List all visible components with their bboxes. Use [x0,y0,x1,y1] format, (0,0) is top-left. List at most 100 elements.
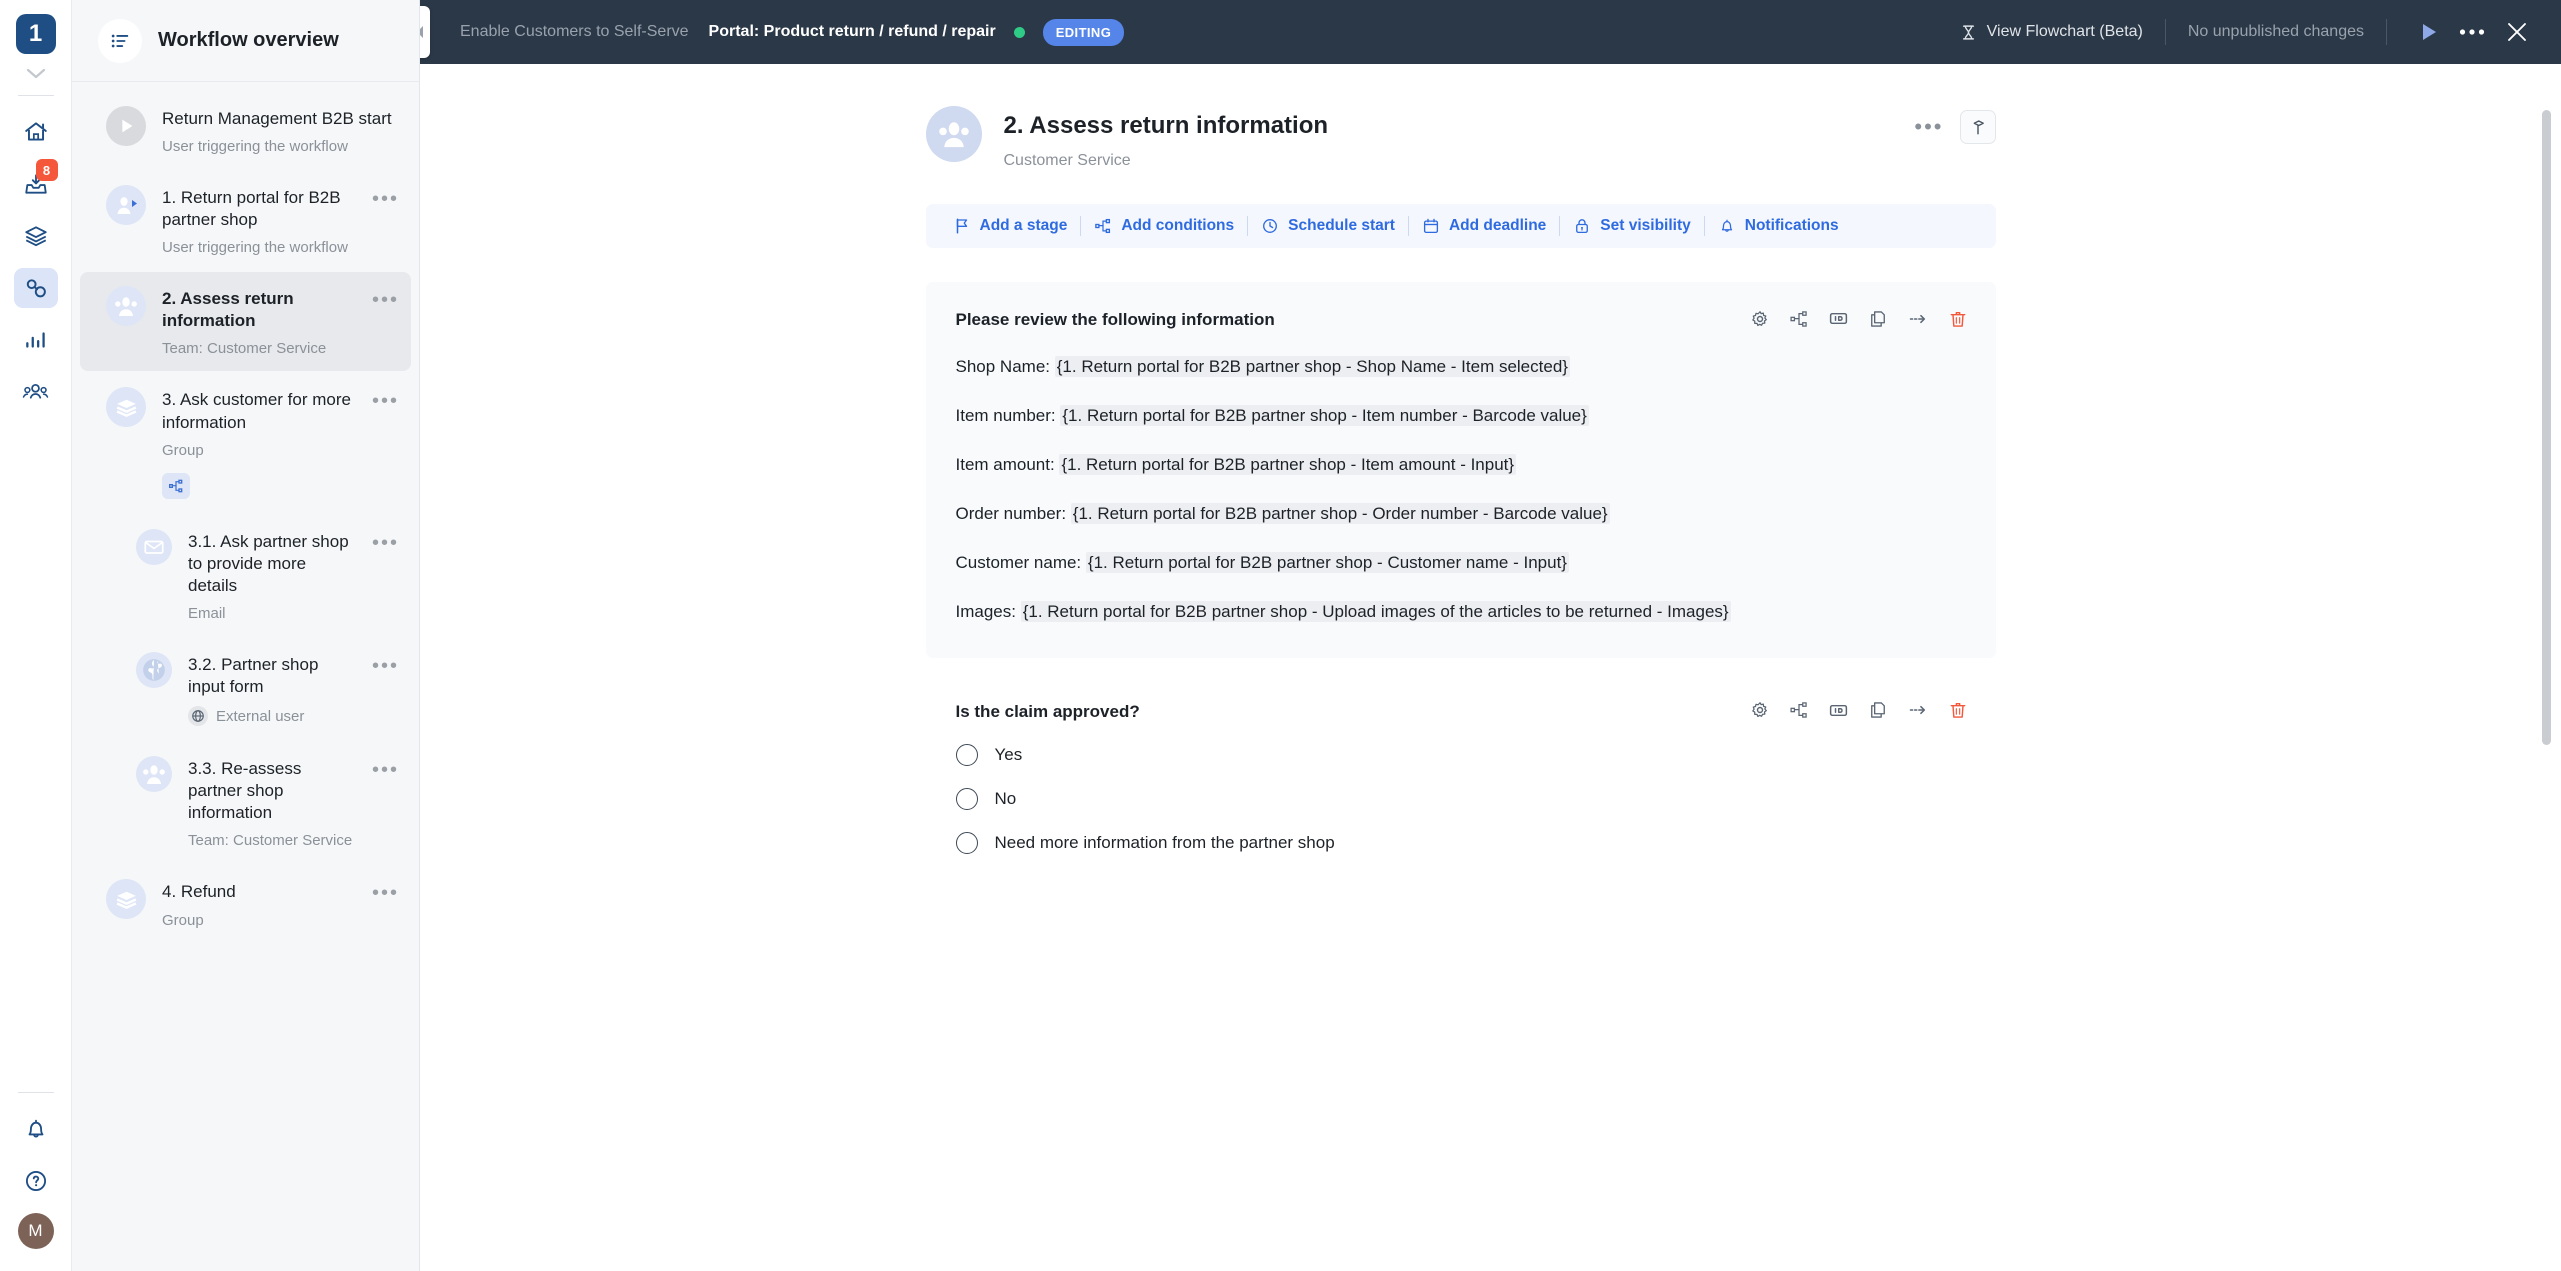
step-icon-wrap [136,528,172,565]
sidebar-step-item[interactable]: 3. Ask customer for more information Grou… [80,373,411,512]
form-field-line: Order number: {1. Return portal for B2B … [955,502,1966,526]
toolbar-button-notifications[interactable]: Notifications [1705,217,1852,235]
notifications-button[interactable] [14,1109,58,1149]
sidebar-item-layers[interactable] [14,216,58,256]
radio-option[interactable]: Yes [955,743,1966,766]
field-label: Item number: [955,405,1061,425]
play-icon [122,119,133,133]
step-more-button[interactable]: ••• [372,879,399,903]
toolbar-button-add-conditions[interactable]: Add conditions [1081,217,1247,235]
sidebar-step-item[interactable]: 4. Refund Group ••• [80,865,411,942]
rail-expand-chevron[interactable] [16,63,56,85]
clock-icon [1261,217,1279,235]
sidebar-step-item[interactable]: 3.2. Partner shop input form External use… [80,638,411,740]
card-actions-question [1750,700,1968,721]
sidebar-item-inbox[interactable]: 8 [14,159,58,204]
people-icon [22,383,49,399]
radio-circle[interactable] [955,787,978,810]
step-more-button[interactable]: ••• [372,652,399,676]
step-icon-wrap [136,756,172,793]
field-variable-token[interactable]: {1. Return portal for B2B partner shop -… [1020,600,1731,622]
close-icon [2508,23,2526,41]
breadcrumb-parent[interactable]: Enable Customers to Self-Serve [460,23,689,41]
sidebar-step-item[interactable]: 1. Return portal for B2B partner shop Use… [80,171,411,270]
field-variable-token[interactable]: {1. Return portal for B2B partner shop -… [1085,551,1569,573]
step-more-button[interactable]: ••• [372,756,399,780]
step-more-button[interactable]: ••• [372,387,399,411]
user-play-icon [117,197,137,215]
sidebar-step-item[interactable]: Return Management B2B start User triggeri… [80,92,411,169]
sidebar-step-item[interactable]: 3.3. Re-assess partner shop information T… [80,742,411,863]
scrollbar-thumb[interactable] [2542,110,2551,745]
sidebar-item-workflows[interactable] [13,268,58,308]
toolbar-button-set-visibility[interactable]: Set visibility [1560,217,1703,235]
move-button[interactable] [1907,309,1929,329]
task-more-button[interactable]: ••• [1914,116,1943,138]
copy-button[interactable] [1868,700,1888,720]
help-button[interactable] [14,1161,58,1201]
sidebar-item-reports[interactable] [14,320,58,360]
field-variable-token[interactable]: {1. Return portal for B2B partner shop -… [1059,453,1517,475]
step-more-button[interactable]: ••• [372,529,399,553]
field-variable-token[interactable]: {1. Return portal for B2B partner shop -… [1070,502,1610,524]
inbox-badge: 8 [35,159,58,181]
sidebar-item-home[interactable] [14,112,58,152]
view-flowchart-label: View Flowchart (Beta) [1986,23,2143,40]
settings-button[interactable] [1750,309,1770,329]
more-options-button[interactable] [2449,28,2495,36]
layers-icon [116,891,136,909]
field-label: Order number: [955,503,1071,523]
step-more-button[interactable]: ••• [372,185,399,209]
bell-icon [28,1119,43,1138]
run-workflow-button[interactable] [2409,21,2449,43]
move-arrow-icon [1909,706,1925,715]
step-title: 3. Ask customer for more information [162,390,351,432]
sidebar-step-item[interactable]: 2. Assess return information Team: Custom… [80,272,411,372]
main-panel: Enable Customers to Self-Serve Portal: P… [420,0,2561,1271]
layers-icon [116,399,136,417]
toolbar-button-schedule-start[interactable]: Schedule start [1248,217,1408,235]
settings-button[interactable] [1750,700,1770,720]
sidebar-step-item[interactable]: 3.1. Ask partner shop to provide more de… [80,515,411,636]
app-logo[interactable]: 1 [15,14,56,54]
breadcrumb-current[interactable]: Portal: Product return / refund / repair [709,23,996,41]
content-scrollbar[interactable] [2542,110,2551,1270]
step-more-button[interactable]: ••• [372,286,399,310]
field-variable-token[interactable]: {1. Return portal for B2B partner shop -… [1060,404,1589,426]
close-button[interactable] [2495,20,2539,44]
user-avatar[interactable]: M [17,1213,54,1249]
field-variable-token[interactable]: {1. Return portal for B2B partner shop -… [1054,356,1570,377]
view-flowchart-button[interactable]: View Flowchart (Beta) [1959,23,2143,42]
status-badge[interactable]: EDITING [1042,18,1125,46]
conditions-icon [1094,217,1112,235]
copy-button[interactable] [1868,309,1888,329]
step-subtitle-row: External user [188,706,356,727]
toolbar-button-add-deadline[interactable]: Add deadline [1409,217,1559,235]
task-tools-button[interactable] [1959,110,1996,144]
radio-option[interactable]: Need more information from the partner s… [955,831,1966,854]
form-field-line: Shop Name: {1. Return portal for B2B par… [956,356,1966,379]
chevron-down-icon [26,68,45,79]
radio-option[interactable]: No [955,787,1966,810]
id-button[interactable] [1828,700,1849,721]
delete-button[interactable] [1948,309,1968,329]
delete-button[interactable] [1948,700,1968,720]
sidebar-item-people[interactable] [14,372,58,412]
top-bar: Enable Customers to Self-Serve Portal: P… [420,0,2561,64]
sidebar-header[interactable]: Workflow overview [72,0,419,82]
toolbar-button-label: Add conditions [1121,217,1235,234]
step-conditions-chip[interactable] [162,472,190,499]
id-button[interactable] [1828,308,1849,329]
conditions-button[interactable] [1789,309,1809,329]
radio-circle[interactable] [955,831,978,854]
left-icon-rail: 1 8 M [0,0,72,1271]
conditions-button[interactable] [1789,700,1809,720]
toolbar-button-add-a-stage[interactable]: Add a stage [940,217,1081,235]
step-body: 3. Ask customer for more information Grou… [162,387,356,499]
move-button[interactable] [1907,700,1929,720]
step-subtitle: User triggering the workflow [162,138,348,156]
step-title: Return Management B2B start [162,109,392,128]
sidebar-collapse-toggle[interactable] [420,6,430,58]
radio-option-list: Yes No Need more information from the part… [955,743,1966,854]
radio-circle[interactable] [955,743,978,766]
